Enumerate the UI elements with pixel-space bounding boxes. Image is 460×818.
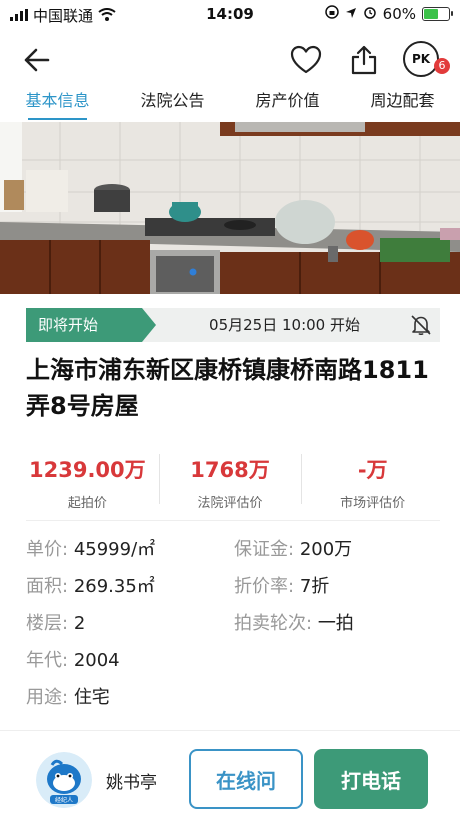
status-bar: 中国联通 14:09 60% — [0, 0, 460, 28]
battery-percent: 60% — [382, 5, 416, 23]
kitchen-photo-image — [0, 122, 460, 294]
location-icon — [345, 5, 357, 23]
agent-name: 姚书亭 — [106, 773, 157, 793]
price-market-appraisal: -万 市场评估价 — [301, 448, 444, 512]
detail-key: 用途: — [26, 687, 69, 708]
detail-discount: 折价率: 7折 — [234, 573, 329, 601]
detail-value: 住宅 — [73, 687, 110, 708]
detail-key: 折价率: — [234, 576, 295, 597]
property-title: 上海市浦东新区康桥镇康桥南路1811弄8号房屋 — [26, 356, 429, 420]
detail-area: 面积: 269.35㎡ — [26, 573, 155, 601]
agent-avatar[interactable]: 经纪人 — [36, 752, 92, 808]
detail-key: 拍卖轮次: — [234, 613, 313, 634]
agent-mascot-image: 经纪人 — [36, 752, 92, 808]
detail-row: 用途: 住宅 — [26, 684, 446, 721]
property-details: 单价: 45999/㎡ 保证金: 200万 面积: 269.35㎡ 折价率: 7… — [26, 536, 446, 721]
property-photo[interactable] — [0, 122, 460, 294]
bell-off-icon — [411, 315, 431, 335]
market-appraisal-label: 市场评估价 — [340, 496, 406, 511]
auction-status-bar: 即将开始 05月25日 10:00 开始 — [26, 308, 440, 342]
tab-court-notice[interactable]: 法院公告 — [115, 86, 230, 120]
market-appraisal-value: -万 — [357, 458, 388, 482]
heart-icon — [290, 45, 322, 74]
pk-compare-button[interactable]: PK — [403, 41, 439, 77]
detail-value: 一拍 — [317, 613, 354, 634]
detail-row: 楼层: 2 拍卖轮次: 一拍 — [26, 610, 446, 647]
detail-year: 年代: 2004 — [26, 647, 120, 675]
screen-lock-icon — [324, 5, 339, 23]
status-right: 60% — [324, 5, 453, 23]
battery-icon — [422, 7, 453, 21]
tab-surroundings[interactable]: 周边配套 — [345, 86, 460, 120]
detail-value: 2004 — [73, 650, 120, 671]
detail-row: 年代: 2004 — [26, 647, 446, 684]
detail-deposit: 保证金: 200万 — [234, 536, 352, 564]
detail-key: 面积: — [26, 576, 69, 597]
auction-start-time: 05月25日 10:00 开始 — [209, 316, 360, 334]
section-divider — [26, 520, 440, 521]
court-appraisal-value: 1768万 — [190, 458, 270, 482]
back-arrow-icon — [24, 48, 50, 72]
alarm-icon — [363, 5, 377, 23]
section-tabs: 基本信息 法院公告 房产价值 周边配套 — [0, 86, 460, 120]
share-icon — [351, 45, 377, 75]
detail-key: 单价: — [26, 539, 69, 560]
tab-basic-info[interactable]: 基本信息 — [0, 86, 115, 120]
detail-key: 保证金: — [234, 539, 295, 560]
nav-bar: PK 6 — [0, 30, 460, 88]
price-starting: 1239.00万 起拍价 — [16, 448, 159, 512]
tab-property-value[interactable]: 房产价值 — [230, 86, 345, 120]
share-button[interactable] — [346, 42, 382, 78]
favorite-button[interactable] — [288, 42, 324, 78]
bottom-bar-divider — [0, 730, 460, 731]
detail-value: 269.35㎡ — [73, 576, 155, 597]
starting-price-value: 1239.00万 — [29, 458, 146, 482]
reminder-button[interactable] — [410, 314, 432, 340]
detail-key: 楼层: — [26, 613, 69, 634]
ask-online-button[interactable]: 在线问 — [189, 749, 303, 809]
detail-value: 45999/㎡ — [73, 539, 156, 560]
detail-row: 面积: 269.35㎡ 折价率: 7折 — [26, 573, 446, 610]
price-court-appraisal: 1768万 法院评估价 — [158, 448, 302, 512]
detail-value: 200万 — [299, 539, 353, 560]
starting-price-label: 起拍价 — [67, 496, 107, 511]
detail-unit-price: 单价: 45999/㎡ — [26, 536, 155, 564]
pk-count-badge: 6 — [434, 58, 450, 74]
agent-badge-text: 经纪人 — [55, 796, 73, 804]
detail-value: 7折 — [299, 576, 330, 597]
detail-row: 单价: 45999/㎡ 保证金: 200万 — [26, 536, 446, 573]
detail-usage: 用途: 住宅 — [26, 684, 110, 712]
price-summary: 1239.00万 起拍价 1768万 法院评估价 -万 市场评估价 — [16, 448, 444, 512]
detail-round: 拍卖轮次: 一拍 — [234, 610, 354, 638]
call-button[interactable]: 打电话 — [314, 749, 428, 809]
detail-floor: 楼层: 2 — [26, 610, 85, 638]
detail-key: 年代: — [26, 650, 69, 671]
court-appraisal-label: 法院评估价 — [197, 496, 263, 511]
detail-value: 2 — [73, 613, 86, 634]
back-button[interactable] — [22, 42, 62, 78]
